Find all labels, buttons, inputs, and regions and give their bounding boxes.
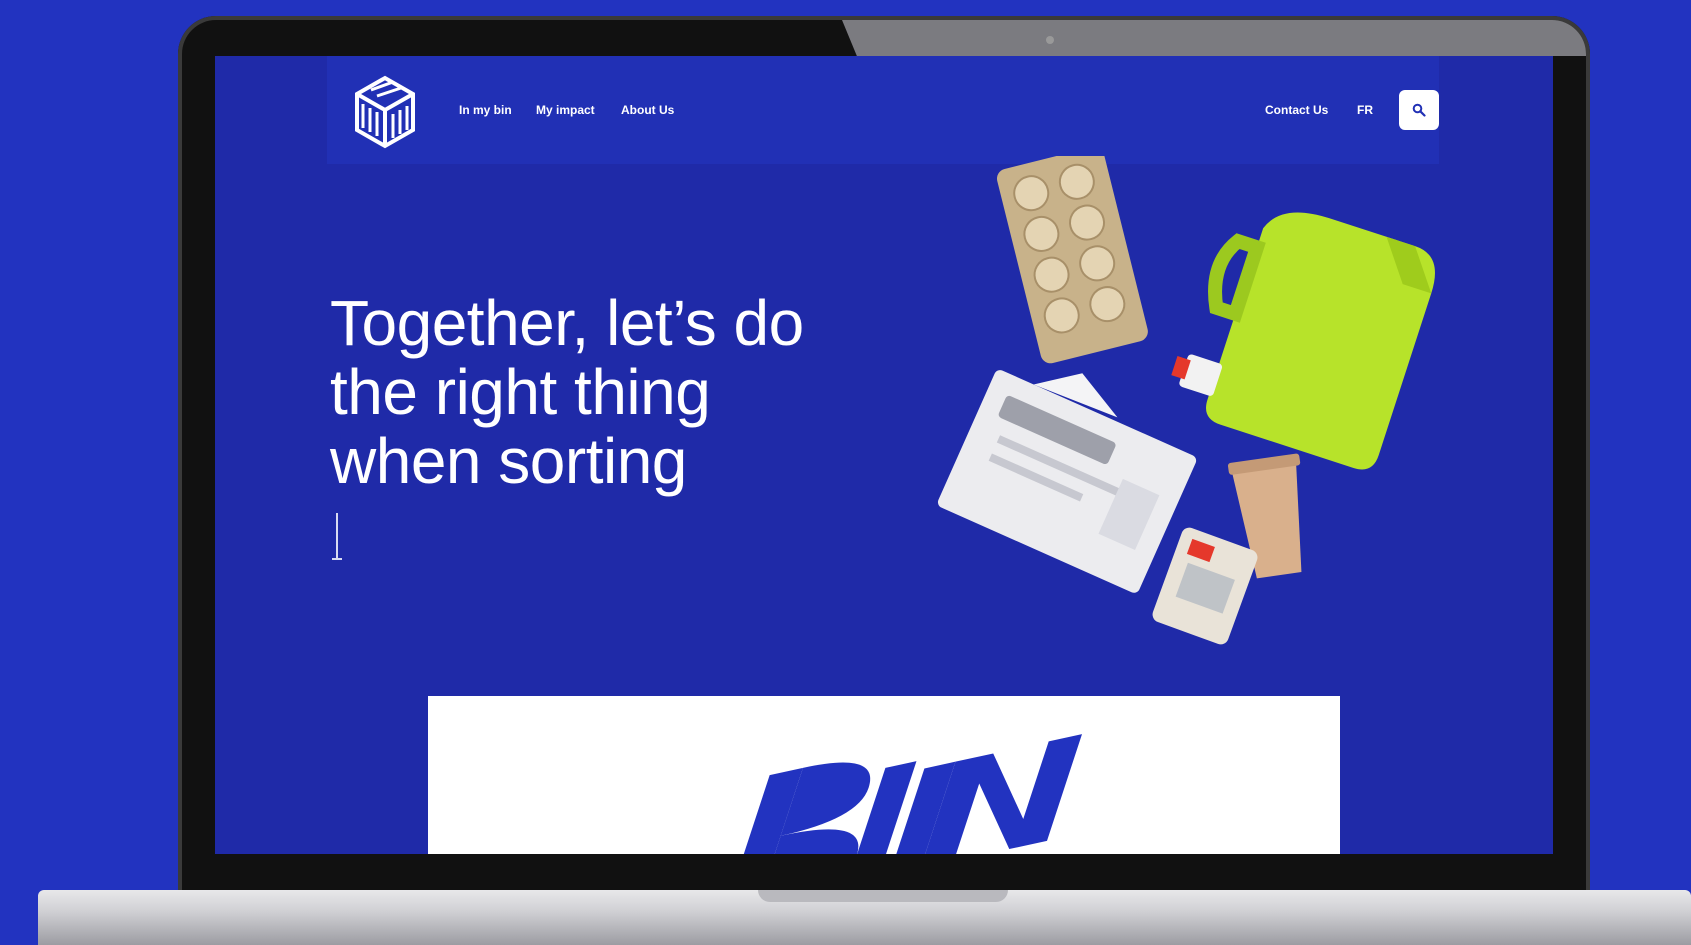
bin-impact-wordmark — [725, 734, 1083, 854]
search-icon — [1412, 103, 1426, 117]
screen: In my bin My impact About Us Contact Us … — [215, 56, 1553, 854]
nav-link-contact-us[interactable]: Contact Us — [1265, 103, 1328, 117]
recycling-items-illustration — [937, 156, 1435, 645]
base-notch — [758, 890, 1008, 902]
small-package-image — [1152, 527, 1258, 645]
nav-link-my-impact[interactable]: My impact — [536, 103, 595, 117]
bin-impact-logo[interactable] — [349, 70, 423, 152]
hero-title: Together, let’s do the right thing when … — [330, 289, 890, 496]
camera-icon — [1046, 36, 1054, 44]
nav-link-about-us[interactable]: About Us — [621, 103, 674, 117]
hero-title-line: the right thing — [330, 356, 711, 428]
search-button[interactable] — [1399, 90, 1439, 130]
egg-carton-image — [996, 156, 1148, 364]
hero-title-line: Together, let’s do — [330, 287, 804, 359]
language-toggle[interactable]: FR — [1357, 103, 1373, 117]
paper-pile-image — [937, 370, 1197, 593]
nav-link-in-my-bin[interactable]: In my bin — [459, 103, 512, 117]
content-card — [428, 696, 1340, 854]
arrow-down-icon[interactable] — [330, 511, 344, 565]
navbar: In my bin My impact About Us Contact Us … — [327, 56, 1439, 164]
green-bottle-image — [1171, 212, 1435, 470]
laptop-base — [38, 890, 1691, 945]
hero-title-line: when sorting — [330, 425, 687, 497]
lid-glare — [842, 20, 1586, 56]
